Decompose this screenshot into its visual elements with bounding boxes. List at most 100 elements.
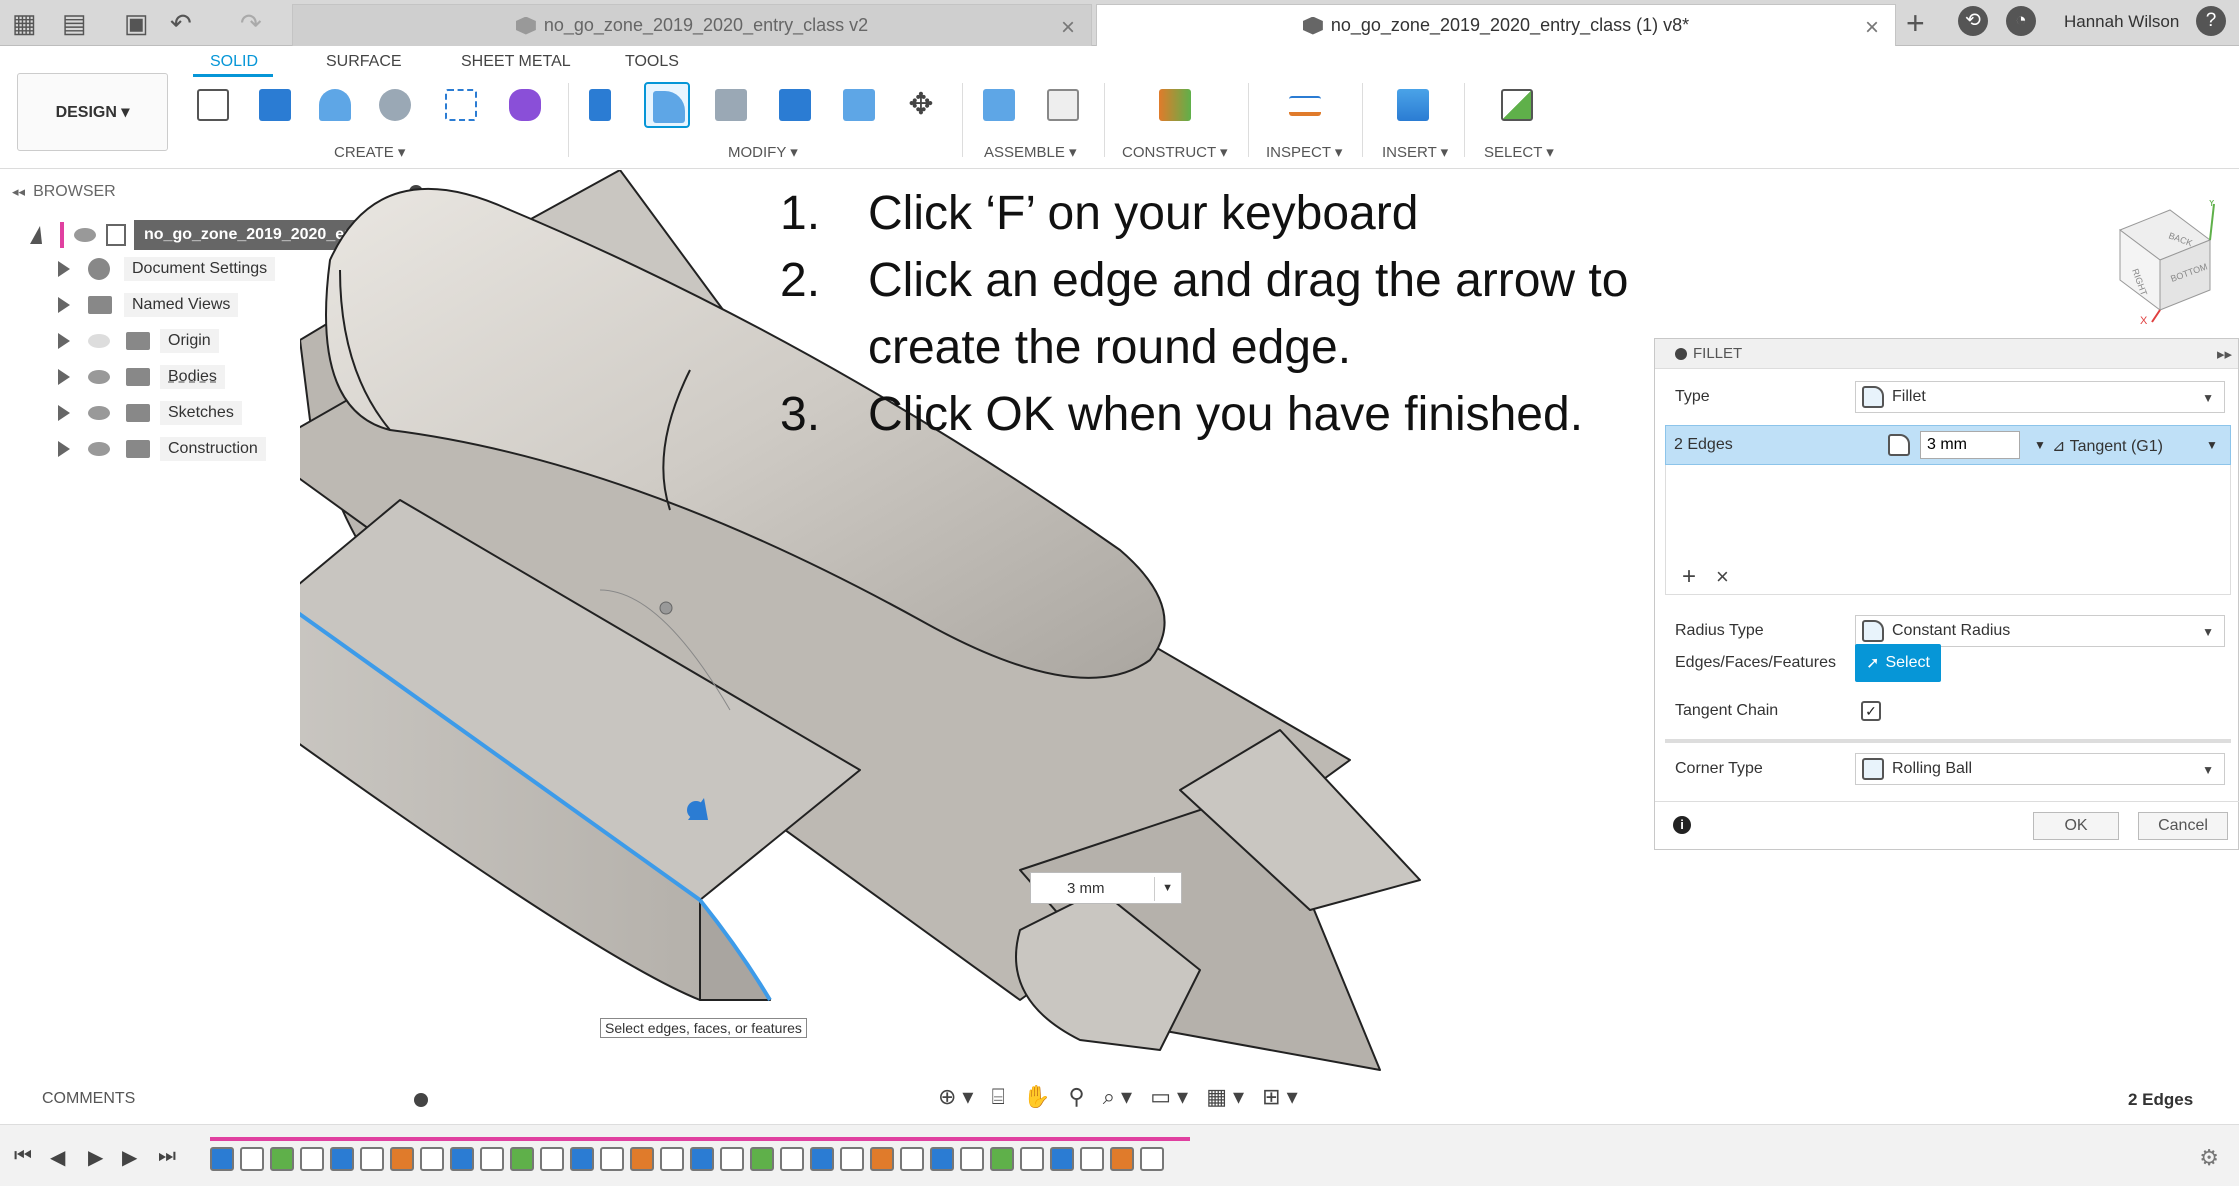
timeline-feature-icon[interactable] (210, 1147, 234, 1171)
remove-selection-icon[interactable]: × (1716, 565, 1729, 589)
timeline-feature-icon[interactable] (630, 1147, 654, 1171)
extensions-icon[interactable]: ⟲ (1958, 6, 1988, 36)
create-form-tool[interactable] (502, 82, 548, 128)
chevron-down-icon[interactable]: ▼ (1162, 882, 1173, 894)
viewports-icon[interactable]: ⊞▾ (1262, 1084, 1303, 1109)
timeline-feature-icon[interactable] (780, 1147, 804, 1171)
grid-icon[interactable]: ▦▾ (1206, 1084, 1250, 1109)
ok-button[interactable]: OK (2033, 812, 2119, 840)
timeline-feature-icon[interactable] (240, 1147, 264, 1171)
radius-input[interactable] (1920, 431, 2020, 459)
expand-triangle-icon[interactable] (58, 297, 70, 313)
continuity-select[interactable]: ⊿ Tangent (G1) (2052, 436, 2163, 456)
pattern-tool[interactable] (438, 82, 484, 128)
expand-triangle-icon[interactable] (58, 405, 70, 421)
press-pull-tool[interactable] (582, 82, 628, 128)
tangent-chain-checkbox[interactable]: ✓ (1861, 701, 1881, 721)
expand-dialog-icon[interactable]: ▸▸ (2217, 345, 2232, 363)
hole-tool[interactable] (372, 82, 418, 128)
add-comment-icon[interactable] (414, 1093, 428, 1107)
user-name[interactable]: Hannah Wilson (2064, 12, 2179, 32)
expand-triangle-icon[interactable] (58, 333, 70, 349)
expand-triangle-icon[interactable] (30, 226, 42, 244)
job-status-icon[interactable]: ◔ (2006, 6, 2036, 36)
play-icon[interactable]: ▶ (88, 1145, 103, 1170)
info-icon[interactable]: i (1673, 816, 1691, 834)
timeline-feature-icon[interactable] (1140, 1147, 1164, 1171)
new-tab-icon[interactable]: + (1906, 7, 1925, 39)
chevron-down-icon[interactable]: ▼ (2206, 438, 2218, 452)
timeline-feature-icon[interactable] (1080, 1147, 1104, 1171)
dialog-collapse-icon[interactable] (1675, 348, 1687, 360)
measure-tool[interactable] (1282, 82, 1328, 128)
timeline-feature-icon[interactable] (540, 1147, 564, 1171)
expand-triangle-icon[interactable] (58, 441, 70, 457)
timeline-feature-icon[interactable] (570, 1147, 594, 1171)
file-menu-icon[interactable]: ▤ (62, 8, 87, 38)
timeline-feature-icon[interactable] (420, 1147, 444, 1171)
corner-type-select[interactable]: Rolling Ball ▼ (1855, 753, 2225, 785)
revolve-tool[interactable] (312, 82, 358, 128)
visibility-eye-icon[interactable] (88, 406, 110, 420)
collapse-browser-icon[interactable]: ◂◂ (12, 184, 25, 200)
save-icon[interactable]: ▣ (124, 8, 149, 38)
timeline-feature-icon[interactable] (1050, 1147, 1074, 1171)
timeline-feature-icon[interactable] (750, 1147, 774, 1171)
timeline-feature-icon[interactable] (270, 1147, 294, 1171)
timeline-feature-icon[interactable] (390, 1147, 414, 1171)
comments-panel[interactable]: COMMENTS (0, 1080, 445, 1120)
viewcube[interactable]: BACK RIGHT BOTTOM Y X (2110, 200, 2216, 326)
step-back-icon[interactable]: ◀ (50, 1145, 65, 1170)
fillet-dialog-header[interactable]: FILLET ▸▸ (1655, 339, 2238, 369)
fit-icon[interactable]: ⌕▾ (1103, 1084, 1138, 1109)
close-tab-icon[interactable]: × (1865, 14, 1879, 42)
edges-selection-row[interactable]: 2 Edges ▼ ⊿ Tangent (G1) ▼ (1665, 425, 2231, 465)
timeline-feature-icon[interactable] (330, 1147, 354, 1171)
viewport-radius-input[interactable]: 3 mm ▼ (1030, 872, 1182, 904)
look-at-icon[interactable]: ⌸ (992, 1084, 1011, 1109)
visibility-eye-icon[interactable] (74, 228, 96, 242)
visibility-eye-icon[interactable] (88, 442, 110, 456)
new-component-tool[interactable] (976, 82, 1022, 128)
timeline-feature-icon[interactable] (300, 1147, 324, 1171)
joint-tool[interactable] (1040, 82, 1086, 128)
timeline-feature-icon[interactable] (450, 1147, 474, 1171)
tab-sheet-metal[interactable]: SHEET METAL (461, 53, 571, 71)
document-tab-inactive[interactable]: no_go_zone_2019_2020_entry_class v2 × (292, 4, 1092, 46)
assemble-menu[interactable]: ASSEMBLE ▾ (984, 143, 1077, 161)
timeline-feature-icon[interactable] (870, 1147, 894, 1171)
gear-icon[interactable]: ⚙ (2199, 1145, 2219, 1171)
select-menu[interactable]: SELECT ▾ (1484, 143, 1554, 161)
chamfer-tool[interactable] (708, 82, 754, 128)
modify-menu[interactable]: MODIFY ▾ (728, 143, 798, 161)
cancel-button[interactable]: Cancel (2138, 812, 2228, 840)
workspace-switcher-button[interactable]: DESIGN ▾ (17, 73, 168, 151)
timeline-feature-icon[interactable] (1110, 1147, 1134, 1171)
select-button[interactable]: ➚ Select (1855, 644, 1941, 682)
go-to-start-icon[interactable]: ⏮ (14, 1145, 32, 1168)
document-tab-active[interactable]: no_go_zone_2019_2020_entry_class (1) v8*… (1096, 4, 1896, 46)
inspect-menu[interactable]: INSPECT ▾ (1266, 143, 1342, 161)
offset-plane-tool[interactable] (1152, 82, 1198, 128)
expand-triangle-icon[interactable] (58, 369, 70, 385)
timeline-feature-icon[interactable] (990, 1147, 1014, 1171)
timeline-feature-icon[interactable] (360, 1147, 384, 1171)
fillet-tool[interactable] (644, 82, 690, 128)
visibility-eye-icon[interactable] (88, 334, 110, 348)
zoom-icon[interactable]: ⚲ (1068, 1084, 1090, 1109)
redo-icon[interactable]: ↷ (240, 8, 262, 38)
move-tool[interactable]: ✥ (898, 82, 944, 128)
shell-tool[interactable] (772, 82, 818, 128)
go-to-end-icon[interactable]: ⏭ (158, 1145, 176, 1168)
timeline-track[interactable] (210, 1137, 1190, 1181)
timeline-feature-icon[interactable] (690, 1147, 714, 1171)
tab-solid[interactable]: SOLID (210, 53, 258, 71)
timeline-feature-icon[interactable] (930, 1147, 954, 1171)
timeline-feature-icon[interactable] (510, 1147, 534, 1171)
insert-canvas-tool[interactable] (1390, 82, 1436, 128)
create-sketch-tool[interactable] (190, 82, 236, 128)
help-icon[interactable]: ? (2196, 6, 2226, 36)
tab-surface[interactable]: SURFACE (326, 53, 402, 71)
timeline-feature-icon[interactable] (960, 1147, 984, 1171)
add-selection-icon[interactable]: + (1682, 565, 1696, 589)
